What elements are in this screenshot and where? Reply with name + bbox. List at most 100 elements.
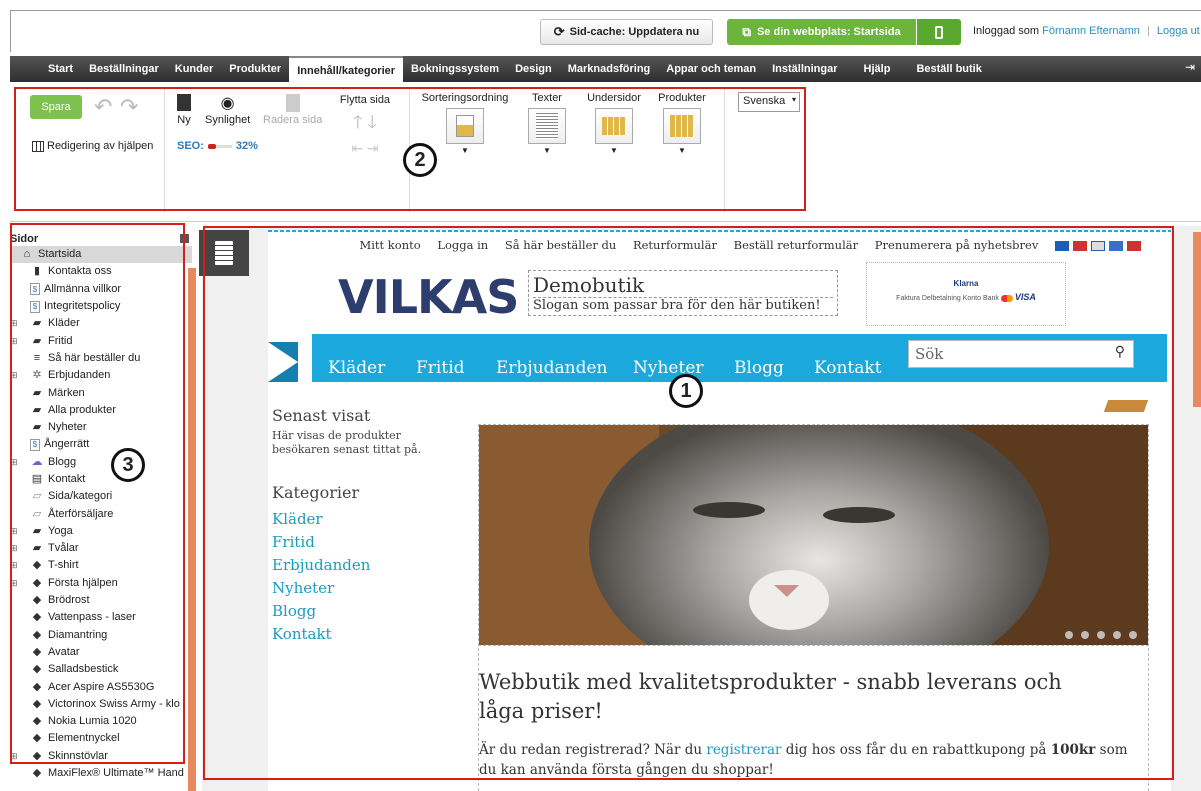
tree-item[interactable]: ◆ Vattenpass - laser: [10, 609, 192, 626]
tree-item[interactable]: ▱ Återförsäljare: [10, 505, 192, 522]
tree-item[interactable]: ◆ Acer Aspire AS5530G: [10, 678, 192, 695]
search-icon[interactable]: ⚲: [1115, 344, 1125, 360]
link-how-to-order[interactable]: Så här beställer du: [505, 238, 616, 252]
expand-icon[interactable]: ⊞: [10, 540, 20, 557]
document-tab[interactable]: [199, 230, 249, 276]
hero-slider[interactable]: [478, 424, 1149, 646]
tree-item[interactable]: ◆ MaxiFlex® Ultimate™ Hand: [10, 765, 192, 782]
tree-item[interactable]: ◆ Avatar: [10, 644, 192, 661]
tree-item[interactable]: ⊞ ◆ T-shirt: [10, 557, 192, 574]
expand-icon[interactable]: ⊞: [10, 367, 20, 384]
subpages-dropdown[interactable]: Undersidor ▼: [586, 92, 642, 155]
nav-item-blogg[interactable]: Blogg: [734, 358, 784, 378]
menu-marketing[interactable]: Marknadsföring: [560, 56, 659, 82]
collapse-sidebar-icon[interactable]: [180, 234, 189, 243]
mobile-preview-button[interactable]: [917, 19, 961, 45]
menu-content-categories[interactable]: Innehåll/kategorier: [289, 56, 404, 82]
tree-item[interactable]: ⊞ ▰ Kläder: [10, 315, 192, 332]
redo-icon[interactable]: ↷: [120, 94, 138, 120]
tree-item[interactable]: ▰ Märken: [10, 384, 192, 401]
visibility-button[interactable]: ◉ Synlighet: [205, 94, 250, 126]
link-return-form[interactable]: Returformulär: [633, 238, 717, 252]
category-erbjudanden[interactable]: Erbjudanden: [272, 554, 452, 577]
nav-item-kontakt[interactable]: Kontakt: [814, 358, 882, 378]
site-logo[interactable]: VILKAS: [338, 270, 519, 324]
site-search-input[interactable]: Sök ⚲: [908, 340, 1134, 368]
tree-item[interactable]: ≡ Så här beställer du: [10, 350, 192, 367]
indent-icon[interactable]: ⇥: [367, 140, 379, 156]
save-button[interactable]: Spara: [30, 95, 82, 119]
tree-item-startsida[interactable]: ⌂ Startsida: [10, 246, 192, 264]
tree-item[interactable]: ⊞ ▰ Yoga: [10, 523, 192, 540]
tree-item[interactable]: ▰ Nyheter: [10, 419, 192, 436]
nav-item-erbjudanden[interactable]: Erbjudanden: [496, 358, 608, 378]
expand-icon[interactable]: ⊞: [10, 454, 20, 471]
menu-customers[interactable]: Kunder: [167, 56, 222, 82]
nav-item-klader[interactable]: Kläder: [328, 358, 385, 378]
link-my-account[interactable]: Mitt konto: [359, 238, 420, 252]
logout-link[interactable]: Logga ut: [1157, 25, 1200, 37]
category-nyheter[interactable]: Nyheter: [272, 577, 452, 600]
menu-apps-themes[interactable]: Appar och teman: [658, 56, 764, 82]
menu-help[interactable]: Hjälp: [856, 56, 899, 82]
tree-item[interactable]: ◆ Diamantring: [10, 627, 192, 644]
link-login[interactable]: Logga in: [437, 238, 488, 252]
link-newsletter[interactable]: Prenumerera på nyhetsbrev: [875, 238, 1039, 252]
help-edit-button[interactable]: Redigering av hjälpen: [32, 140, 153, 152]
tree-item[interactable]: ⊞ ▰ Fritid: [10, 332, 192, 349]
tree-item[interactable]: ◆ Brödrost: [10, 592, 192, 609]
menu-start[interactable]: Start: [40, 56, 81, 82]
menu-products[interactable]: Produkter: [221, 56, 289, 82]
texts-dropdown[interactable]: Texter ▼: [522, 92, 572, 155]
tree-item[interactable]: $ Integritetspolicy: [10, 298, 192, 315]
flag-se-icon[interactable]: [1055, 241, 1069, 251]
undo-icon[interactable]: ↶: [94, 94, 112, 120]
flag-fi-icon[interactable]: [1091, 241, 1105, 251]
menu-settings[interactable]: Inställningar: [764, 56, 845, 82]
tree-item[interactable]: ◆ Victorinox Swiss Army - klo: [10, 696, 192, 713]
menu-order-shop[interactable]: Beställ butik: [908, 56, 989, 82]
expand-icon[interactable]: ⊞: [10, 748, 20, 765]
menu-booking[interactable]: Bokningssystem: [403, 56, 507, 82]
tree-item[interactable]: ▤ Kontakt: [10, 471, 192, 488]
tree-item[interactable]: ⊞ ☁ Blogg: [10, 454, 192, 471]
exit-icon[interactable]: ⇥: [1185, 60, 1195, 74]
delete-page-button[interactable]: Radera sida: [263, 94, 322, 126]
tree-item[interactable]: ⊞ ▰ Tvålar: [10, 540, 192, 557]
sorting-dropdown[interactable]: Sorteringsordning ▼: [420, 92, 510, 155]
move-down-icon[interactable]: 🡓: [368, 112, 377, 132]
tree-item[interactable]: ◆ Salladsbestick: [10, 661, 192, 678]
sidebar-resize-handle[interactable]: [188, 268, 196, 791]
nav-item-fritid[interactable]: Fritid: [416, 358, 465, 378]
tree-item[interactable]: ▱ Sida/kategori: [10, 488, 192, 505]
flag-no-icon[interactable]: [1127, 241, 1141, 251]
tree-item[interactable]: ◆ Nokia Lumia 1020: [10, 713, 192, 730]
menu-design[interactable]: Design: [507, 56, 560, 82]
expand-icon[interactable]: ⊞: [10, 557, 20, 574]
view-site-button[interactable]: ⧉ Se din webbplats: Startsida: [727, 19, 916, 45]
expand-icon[interactable]: ⊞: [10, 315, 20, 332]
category-fritid[interactable]: Fritid: [272, 531, 452, 554]
category-blogg[interactable]: Blogg: [272, 600, 452, 623]
tree-item[interactable]: ◆ Elementnyckel: [10, 730, 192, 747]
refresh-cache-button[interactable]: ⟳ Sid-cache: Uppdatera nu: [540, 19, 713, 45]
category-klader[interactable]: Kläder: [272, 508, 452, 531]
register-link[interactable]: registrerar: [706, 742, 781, 758]
tree-item[interactable]: ⊞ ◆ Första hjälpen: [10, 575, 192, 592]
link-order-return-form[interactable]: Beställ returformulär: [734, 238, 859, 252]
language-select[interactable]: Svenska ▾: [738, 92, 800, 112]
new-page-button[interactable]: Ny: [177, 94, 191, 126]
cart-icon[interactable]: [1103, 400, 1149, 412]
flag-uk-icon[interactable]: [1073, 241, 1087, 251]
category-kontakt[interactable]: Kontakt: [272, 623, 452, 646]
tree-item[interactable]: $ Allmänna villkor: [10, 281, 192, 298]
products-dropdown[interactable]: Produkter ▼: [656, 92, 708, 155]
user-name-link[interactable]: Förnamn Efternamn: [1042, 25, 1140, 37]
tree-item[interactable]: ⊞ ◆ Skinnstövlar: [10, 748, 192, 765]
tree-item[interactable]: $ Ångerrätt: [10, 436, 192, 453]
tree-item[interactable]: ▮ Kontakta oss: [10, 263, 192, 280]
move-up-icon[interactable]: 🡑: [353, 112, 362, 132]
tree-item[interactable]: ▰ Alla produkter: [10, 402, 192, 419]
preview-scrollbar[interactable]: [1193, 232, 1201, 407]
expand-icon[interactable]: ⊞: [10, 575, 20, 592]
